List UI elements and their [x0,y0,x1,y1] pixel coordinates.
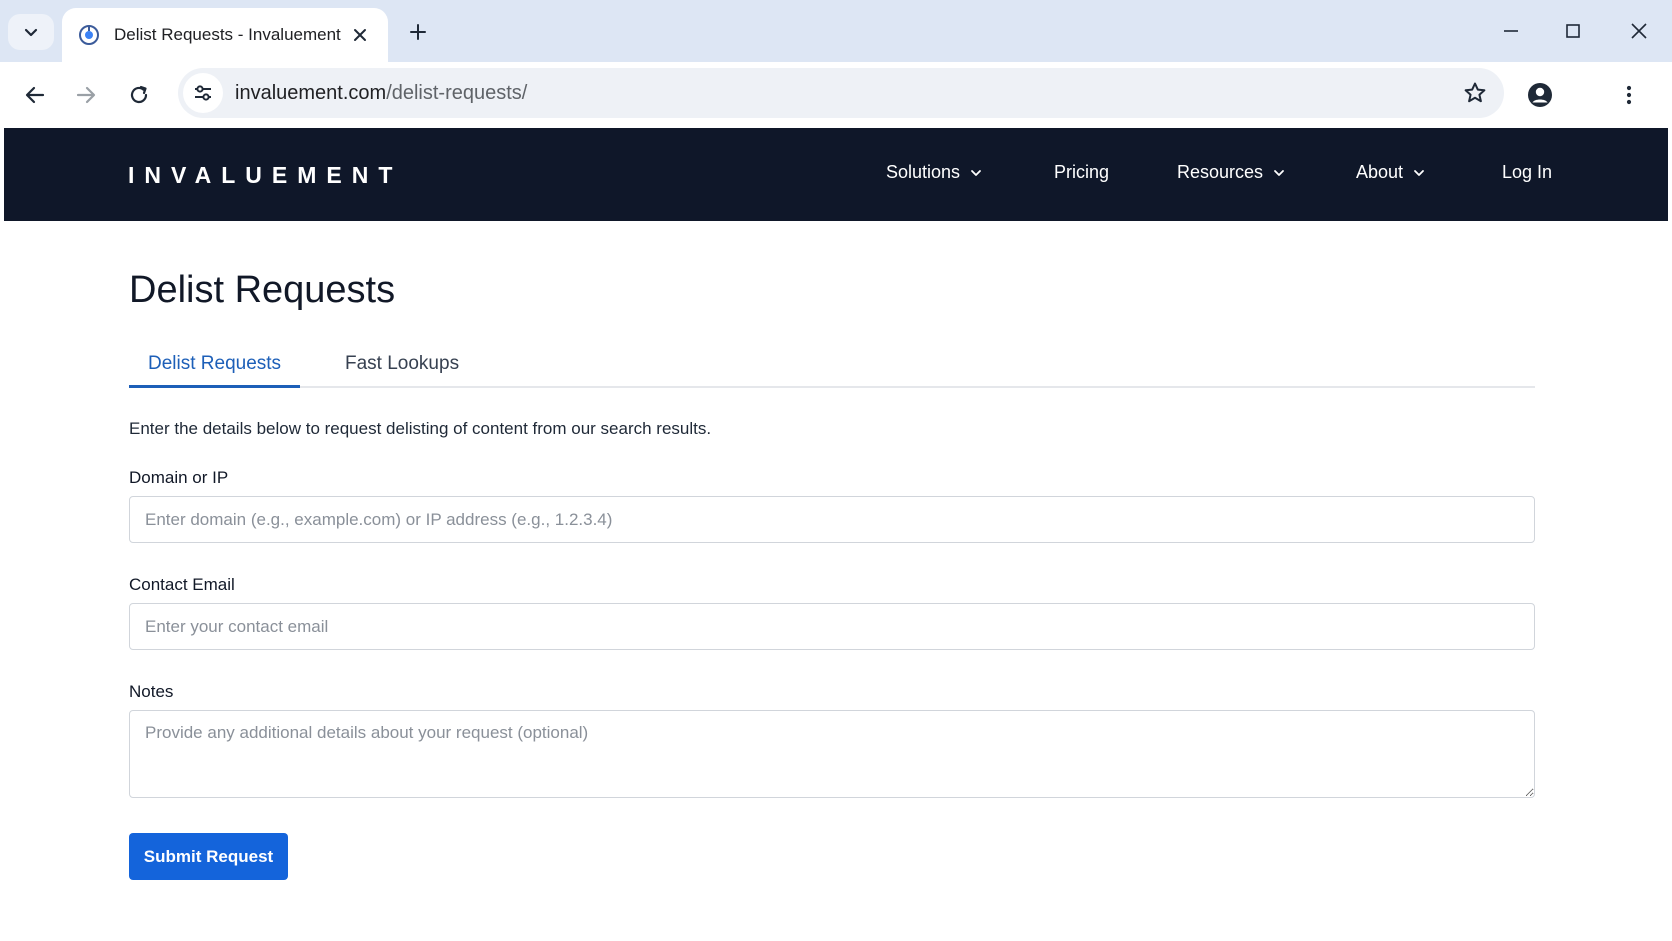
tune-icon [195,85,211,101]
browser-tab-active[interactable]: Delist Requests - Invaluement [62,8,388,62]
page-tabs: Delist Requests Fast Lookups [129,351,1535,388]
close-icon[interactable] [348,23,372,47]
arrow-left-icon [25,86,45,104]
nav-login[interactable]: Log In [1502,162,1552,183]
more-vert-icon [1626,85,1632,105]
plus-icon [410,24,426,40]
email-input[interactable] [129,603,1535,650]
minimize-button[interactable] [1491,12,1531,50]
nav-pricing[interactable]: Pricing [1054,162,1109,183]
site-navbar: INVALUEMENT Solutions Pricing Resources … [4,128,1668,221]
minimize-icon [1504,30,1518,32]
domain-input[interactable] [129,496,1535,543]
bookmark-button[interactable] [1456,74,1494,112]
nav-pricing-label: Pricing [1054,162,1110,182]
url-host: invaluement.com [235,81,387,104]
tab-delist-requests[interactable]: Delist Requests [129,351,301,388]
reload-button[interactable] [120,76,158,114]
window-close-button[interactable] [1619,12,1659,50]
domain-label: Domain or IP [129,468,229,487]
chevron-down-icon [1273,167,1285,179]
nav-about[interactable]: About [1356,162,1425,183]
email-label: Contact Email [129,575,235,594]
arrow-right-icon [76,86,96,104]
notes-textarea[interactable] [129,710,1535,798]
browser-toolbar: invaluement.com/delist-requests/ [0,62,1672,128]
browser-tab-title: Delist Requests - Invaluement [114,25,341,44]
close-icon [1631,23,1647,39]
notes-label: Notes [129,682,174,701]
chevron-down-icon [970,167,982,179]
new-tab-button[interactable] [402,16,434,48]
back-button[interactable] [16,76,54,114]
submit-request-button[interactable]: Submit Request [129,833,288,880]
tab-fast-lookups[interactable]: Fast Lookups [326,351,478,388]
form-description: Enter the details below to request delis… [129,419,712,438]
nav-login-label: Log In [1502,162,1553,182]
nav-solutions[interactable]: Solutions [886,162,982,183]
profile-button[interactable] [1521,76,1559,114]
nav-solutions-label: Solutions [886,162,961,182]
chevron-down-icon [24,28,38,37]
browser-menu-button[interactable] [1610,76,1648,114]
nav-about-label: About [1356,162,1404,182]
star-icon [1464,82,1486,103]
browser-tabstrip: Delist Requests - Invaluement [0,0,1672,62]
url-text[interactable]: invaluement.com/delist-requests/ [235,82,1456,105]
chevron-down-icon [1413,167,1425,179]
tab-search-button[interactable] [8,14,54,50]
invaluement-favicon-icon [78,24,100,46]
site-logo[interactable]: INVALUEMENT [128,162,402,189]
maximize-icon [1566,24,1580,38]
account-circle-icon [1528,83,1552,107]
reload-icon [130,85,148,104]
maximize-button[interactable] [1553,12,1593,50]
nav-resources-label: Resources [1177,162,1264,182]
page-title: Delist Requests [129,269,396,311]
nav-resources[interactable]: Resources [1177,162,1285,183]
url-path: /delist-requests/ [386,81,528,104]
address-bar[interactable]: invaluement.com/delist-requests/ [178,68,1504,118]
forward-button[interactable] [67,76,105,114]
site-info-button[interactable] [183,73,223,113]
